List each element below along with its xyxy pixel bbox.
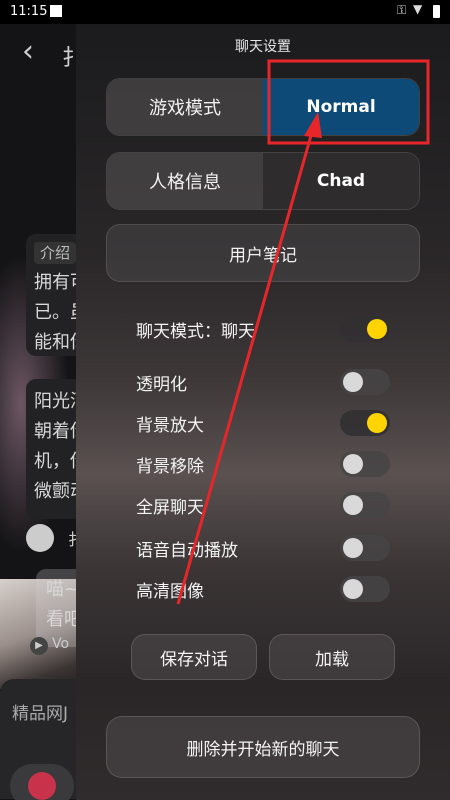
- persona-value[interactable]: Chad: [263, 153, 419, 209]
- fullscreen-chat-toggle[interactable]: [340, 492, 390, 518]
- status-time: 11:15: [10, 4, 48, 19]
- toggle-row-background-remove: 背景移除: [136, 449, 390, 479]
- chat-mode-toggle[interactable]: [340, 316, 390, 342]
- status-bar: 11:15 ⚿ ▼: [0, 0, 450, 24]
- toggle-knob: [343, 372, 363, 392]
- chat-settings-panel: 聊天设置 游戏模式 Normal 人格信息 Chad 用户笔记 聊天模式：聊天 …: [76, 24, 450, 800]
- notification-icon: [50, 5, 62, 17]
- save-chat-button[interactable]: 保存对话: [131, 634, 257, 680]
- avatar[interactable]: [26, 524, 54, 552]
- toggle-knob: [343, 579, 363, 599]
- toggle-label: 透明化: [136, 375, 187, 395]
- user-notes-button[interactable]: 用户笔记: [106, 224, 420, 282]
- delete-and-new-chat-button[interactable]: 删除并开始新的聊天: [106, 716, 420, 778]
- back-arrow-icon[interactable]: ‹: [22, 34, 34, 69]
- input-placeholder: 精品网J: [12, 704, 69, 724]
- wifi-icon: ▼: [413, 2, 423, 16]
- toggle-label: 聊天模式：聊天: [136, 322, 255, 342]
- toggle-knob: [343, 538, 363, 558]
- toggle-knob: [367, 319, 387, 339]
- background-zoom-toggle[interactable]: [340, 410, 390, 436]
- voice-button[interactable]: ▶ Vo: [30, 636, 69, 655]
- record-button[interactable]: [10, 764, 74, 800]
- toggle-label: 高清图像: [136, 582, 204, 602]
- persona-selector[interactable]: 人格信息 Chad: [106, 152, 420, 210]
- voice-autoplay-toggle[interactable]: [340, 535, 390, 561]
- toggle-row-fullscreen-chat: 全屏聊天: [136, 490, 390, 520]
- game-mode-label: 游戏模式: [107, 79, 263, 135]
- transparency-toggle[interactable]: [340, 369, 390, 395]
- intro-tag: 介绍: [34, 242, 77, 264]
- voice-label: Vo: [52, 636, 70, 652]
- toggle-knob: [367, 413, 387, 433]
- battery-icon: [433, 5, 440, 18]
- toggle-row-hd-image: 高清图像: [136, 574, 390, 604]
- toggle-row-background-zoom: 背景放大: [136, 408, 390, 438]
- toggle-row-chat-mode: 聊天模式：聊天: [136, 314, 390, 344]
- key-icon: ⚿: [397, 3, 407, 17]
- record-dot-icon: [28, 772, 56, 800]
- toggle-row-transparency: 透明化: [136, 367, 390, 397]
- toggle-label: 背景移除: [136, 457, 204, 477]
- game-mode-selector[interactable]: 游戏模式 Normal: [106, 78, 420, 136]
- toggle-row-voice-autoplay: 语音自动播放: [136, 533, 390, 563]
- toggle-knob: [343, 454, 363, 474]
- toggle-label: 全屏聊天: [136, 498, 204, 518]
- persona-label: 人格信息: [107, 153, 263, 209]
- toggle-label: 语音自动播放: [136, 541, 238, 561]
- hd-image-toggle[interactable]: [340, 576, 390, 602]
- load-button[interactable]: 加载: [269, 634, 395, 680]
- background-remove-toggle[interactable]: [340, 451, 390, 477]
- toggle-label: 背景放大: [136, 416, 204, 436]
- toggle-knob: [343, 495, 363, 515]
- play-icon: ▶: [30, 637, 48, 655]
- panel-title: 聊天设置: [235, 39, 291, 55]
- message-line: 喵~: [46, 579, 80, 600]
- game-mode-value[interactable]: Normal: [263, 79, 419, 135]
